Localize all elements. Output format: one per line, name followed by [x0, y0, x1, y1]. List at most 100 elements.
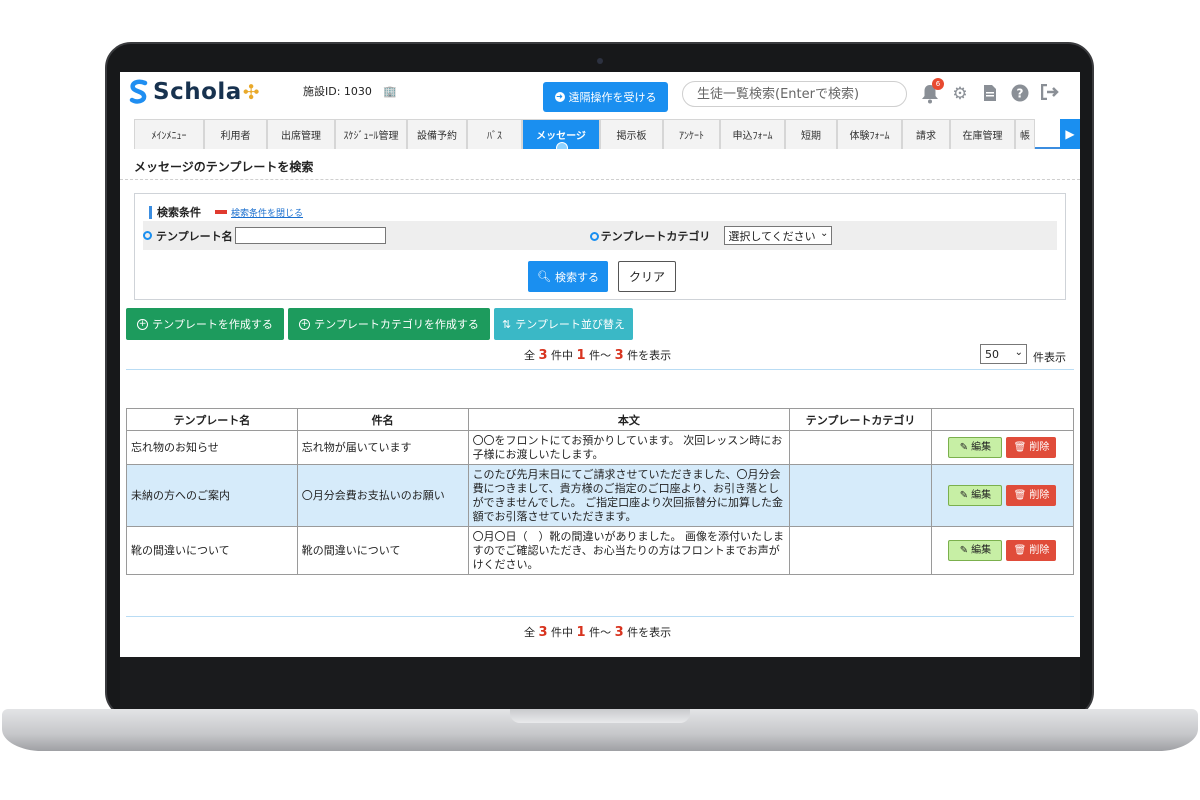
header-body[interactable]: 本文	[467, 408, 791, 431]
building-icon: 🏢	[383, 85, 398, 98]
create-category-button[interactable]: + テンプレートカテゴリを作成する	[288, 308, 490, 340]
remote-operation-label: 遠隔操作を受ける	[568, 91, 657, 104]
nav-tab-attendance[interactable]: 出席管理	[267, 119, 335, 149]
summary-mid: 件中	[551, 626, 574, 639]
delete-button[interactable]: 🗑︎ 削除	[1006, 485, 1057, 506]
search-icon: 🔍︎	[537, 270, 551, 283]
document-icon[interactable]	[980, 84, 1000, 104]
sort-templates-button[interactable]: ⇅ テンプレート並び替え	[494, 308, 633, 340]
summary-mid: 件中	[551, 349, 574, 362]
nav-tab-application-form[interactable]: 申込ﾌｫｰﾑ	[720, 119, 785, 149]
cell-body: 〇月〇日（ ）靴の間違いがありました。 画像を添付いたしますのでご確認いただき、…	[467, 526, 791, 575]
trash-icon: 🗑︎	[1013, 544, 1027, 556]
search-button[interactable]: 🔍︎ 検索する	[528, 261, 608, 292]
sort-icon: ⇅	[502, 317, 512, 331]
nav-tab-equipment[interactable]: 設備予約	[407, 119, 467, 149]
table-header-row: テンプレート名 件名 本文 テンプレートカテゴリ	[126, 408, 1075, 431]
table-row[interactable]: 未納の方へのご案内 〇月分会費お支払いのお願い このたび先月末日にてご請求させて…	[126, 464, 1075, 527]
summary-prefix: 全	[524, 626, 535, 639]
header-category[interactable]: テンプレートカテゴリ	[789, 408, 932, 431]
result-summary-top: 全 3 件中 1 件～ 3 件を表示	[524, 347, 671, 363]
cell-operations: ✎ 編集 🗑︎ 削除	[930, 430, 1075, 465]
app-screen: Schola ✣ 施設ID: 1030 🏢 ➜ 遠隔操作を受ける 6 ⚙ ? ﾒ…	[120, 72, 1080, 657]
search-condition-row: テンプレート名 テンプレートカテゴリ 選択してください ⌄	[143, 221, 1057, 250]
student-search-input[interactable]	[682, 81, 907, 107]
edit-button[interactable]: ✎ 編集	[948, 540, 1003, 561]
header-subject[interactable]: 件名	[296, 408, 469, 431]
logo-plus-icon: ✣	[242, 80, 260, 104]
nav-tab-main-menu[interactable]: ﾒｲﾝﾒﾆｭｰ	[134, 119, 204, 149]
app-name: Schola	[153, 79, 242, 105]
summary-total: 3	[538, 348, 548, 363]
header-template-name[interactable]: テンプレート名	[126, 408, 298, 431]
table-row[interactable]: 靴の間違いについて 靴の間違いについて 〇月〇日（ ）靴の間違いがありました。 …	[126, 526, 1075, 575]
cell-template-name: 忘れ物のお知らせ	[126, 430, 298, 465]
per-page-value: 50	[985, 347, 999, 361]
template-name-label: テンプレート名	[156, 229, 233, 243]
cell-category	[789, 430, 932, 465]
remote-operation-button[interactable]: ➜ 遠隔操作を受ける	[543, 82, 668, 112]
divider	[126, 369, 1074, 370]
summary-prefix: 全	[524, 349, 535, 362]
chevron-down-icon: ⌄	[819, 228, 829, 239]
edit-icon: ✎	[959, 489, 969, 501]
create-category-label: テンプレートカテゴリを作成する	[314, 318, 479, 331]
edit-button[interactable]: ✎ 編集	[948, 485, 1003, 506]
delete-button[interactable]: 🗑︎ 削除	[1006, 437, 1057, 458]
gear-icon[interactable]: ⚙	[950, 84, 970, 104]
summary-from: 1	[576, 625, 586, 640]
chevron-down-icon: ⌄	[1014, 347, 1023, 358]
delete-label: 削除	[1029, 441, 1050, 453]
summary-to: 3	[614, 348, 624, 363]
nav-tab-schedule[interactable]: ｽｹｼﾞｭｰﾙ管理	[335, 119, 407, 149]
per-page-label: 件表示	[1033, 351, 1066, 364]
logo-icon	[129, 79, 148, 104]
cell-template-name: 靴の間違いについて	[126, 526, 298, 575]
nav-tab-message[interactable]: メッセージ	[522, 119, 600, 149]
radio-icon	[143, 231, 152, 240]
cell-subject: 靴の間違いについて	[296, 526, 469, 575]
nav-tab-short-term[interactable]: 短期	[785, 119, 837, 149]
cell-category	[789, 464, 932, 527]
nav-tab-billing[interactable]: 請求	[902, 119, 950, 149]
nav-tab-trial-form[interactable]: 体験ﾌｫｰﾑ	[837, 119, 902, 149]
summary-mid: 件～	[589, 349, 612, 362]
plus-circle-icon: +	[299, 318, 311, 330]
category-select[interactable]: 選択してください ⌄	[724, 226, 833, 245]
nav-tab-bus[interactable]: ﾊﾞｽ	[467, 119, 522, 149]
help-icon[interactable]: ?	[1010, 84, 1030, 104]
template-table: テンプレート名 件名 本文 テンプレートカテゴリ 忘れ物のお知らせ 忘れ物が届い…	[126, 408, 1075, 575]
cell-template-name: 未納の方へのご案内	[126, 464, 298, 527]
summary-total: 3	[538, 625, 548, 640]
cell-subject: 〇月分会費お支払いのお願い	[296, 464, 469, 527]
nav-tab-bulletin[interactable]: 掲示板	[600, 119, 663, 149]
nav-tab-survey[interactable]: ｱﾝｹｰﾄ	[663, 119, 720, 149]
close-conditions-link[interactable]: 検索条件を閉じる	[215, 206, 303, 219]
summary-mid: 件～	[589, 626, 612, 639]
nav-next-arrow[interactable]: ▶	[1060, 119, 1080, 149]
edit-icon: ✎	[959, 441, 969, 453]
cell-operations: ✎ 編集 🗑︎ 削除	[930, 464, 1075, 527]
app-logo[interactable]: Schola ✣	[128, 78, 260, 106]
facility-id: 施設ID: 1030 🏢	[303, 83, 397, 99]
create-template-button[interactable]: + テンプレートを作成する	[126, 308, 284, 340]
create-template-label: テンプレートを作成する	[152, 318, 273, 331]
nav-tab-inventory[interactable]: 在庫管理	[950, 119, 1015, 149]
camera	[597, 58, 603, 64]
svg-text:?: ?	[1017, 87, 1024, 101]
logout-icon[interactable]	[1040, 83, 1060, 104]
nav-tab-users[interactable]: 利用者	[204, 119, 267, 149]
edit-button[interactable]: ✎ 編集	[948, 437, 1003, 458]
clear-button[interactable]: クリア	[618, 261, 676, 292]
plus-circle-icon: +	[137, 318, 149, 330]
summary-suffix: 件を表示	[627, 626, 672, 639]
delete-button[interactable]: 🗑︎ 削除	[1006, 540, 1057, 561]
bell-icon[interactable]: 6	[920, 78, 944, 104]
table-row[interactable]: 忘れ物のお知らせ 忘れ物が届いています 〇〇をフロントにてお預かりしています。 …	[126, 430, 1075, 465]
laptop-notch	[510, 709, 690, 723]
per-page-select[interactable]: 50 ⌄	[980, 344, 1027, 364]
nav-tab-ledger[interactable]: 帳	[1015, 119, 1035, 149]
cell-body: 〇〇をフロントにてお預かりしています。 次回レッスン時にお子様にお渡しいたします…	[467, 430, 791, 465]
minus-icon	[215, 210, 227, 214]
template-name-input[interactable]	[234, 227, 386, 244]
